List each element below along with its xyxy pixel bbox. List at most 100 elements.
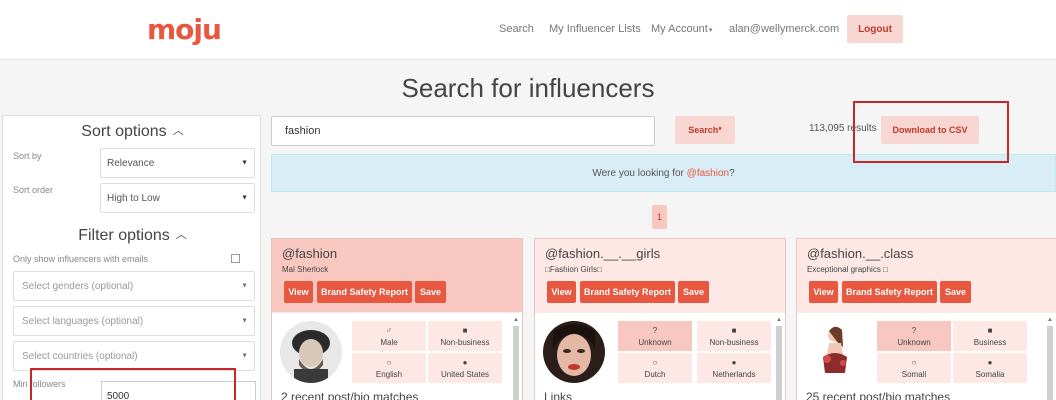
speech-bubble-icon: ○ <box>652 357 658 367</box>
emails-only-label: Only show influencers with emails <box>13 254 149 264</box>
influencer-avatar <box>543 321 605 383</box>
card-header: @fashion.__.__girls □Fashion Girls□ View… <box>535 239 785 312</box>
scroll-up-icon[interactable]: ▲ <box>512 316 520 324</box>
pagination-page-1[interactable]: 1 <box>652 205 667 229</box>
influencer-handle[interactable]: @fashion <box>282 246 337 261</box>
dropdown-arrow-icon: ▼ <box>241 194 248 202</box>
sort-by-label: Sort by <box>13 151 42 161</box>
card-body: ♂ Male ■ Non-business ○ English ● United… <box>272 312 522 400</box>
countries-placeholder: Select countries (optional) <box>22 350 138 362</box>
filter-options-header[interactable]: Filter options ︿ <box>3 227 262 245</box>
business-attribute: ■ Business <box>953 321 1027 351</box>
influencer-card: @fashion.__.class Exceptional graphics □… <box>796 238 1056 400</box>
question-icon: ? <box>911 325 917 335</box>
attribute-label: Dutch <box>644 369 666 379</box>
brand-safety-report-button[interactable]: Brand Safety Report <box>580 281 675 303</box>
business-attribute: ■ Non-business <box>697 321 771 351</box>
card-footer-text: Links <box>544 390 573 400</box>
search-input[interactable]: fashion <box>271 116 655 146</box>
influencer-name: Mal Sherlock <box>282 265 329 274</box>
genders-multiselect[interactable]: Select genders (optional) ▼ <box>13 271 255 301</box>
chevron-up-icon: ︿ <box>175 229 187 241</box>
card-scrollbar[interactable]: ▲ <box>1046 316 1054 400</box>
nav-my-account-dropdown[interactable]: My Account▾ <box>651 23 712 35</box>
save-button[interactable]: Save <box>415 281 446 303</box>
sort-by-value: Relevance <box>107 157 155 169</box>
influencer-handle[interactable]: @fashion.__.__girls <box>545 246 660 261</box>
card-scrollbar[interactable]: ▲ <box>512 316 520 400</box>
scroll-up-icon[interactable]: ▲ <box>1046 316 1054 324</box>
male-icon: ♂ <box>386 325 392 335</box>
card-scrollbar[interactable]: ▲ <box>775 316 783 400</box>
globe-icon: ● <box>462 357 468 367</box>
moju-logo[interactable]: moju <box>147 13 222 47</box>
influencer-name: Exceptional graphics □ <box>807 265 888 274</box>
caret-down-icon: ▾ <box>708 27 713 34</box>
countries-multiselect[interactable]: Select countries (optional) ▼ <box>13 341 255 371</box>
attribute-label: Unknown <box>897 337 931 347</box>
notice-suggestion-link[interactable]: @fashion <box>687 168 729 179</box>
card-body: ? Unknown ■ Business ○ Somali ● Somalia … <box>797 312 1056 400</box>
language-attribute: ○ Somali <box>877 353 951 383</box>
influencer-card: @fashion.__.__girls □Fashion Girls□ View… <box>534 238 786 400</box>
emails-only-checkbox[interactable] <box>231 254 240 263</box>
filter-options-title: Filter options <box>78 227 170 244</box>
card-body: ? Unknown ■ Non-business ○ Dutch ● Nethe… <box>535 312 785 400</box>
scroll-thumb[interactable] <box>776 326 782 400</box>
annotation-highlight-download <box>853 101 1009 163</box>
save-button[interactable]: Save <box>940 281 971 303</box>
globe-icon: ● <box>731 357 737 367</box>
nav-influencer-lists-link[interactable]: My Influencer Lists <box>549 23 641 35</box>
country-attribute: ● United States <box>428 353 502 383</box>
scroll-thumb[interactable] <box>1047 326 1053 400</box>
search-button[interactable]: Search* <box>675 116 735 144</box>
card-footer-text: 2 recent post/bio matches <box>281 390 419 400</box>
attribute-label: English <box>375 369 403 379</box>
annotation-highlight-min-followers <box>30 368 236 400</box>
nav-search-link[interactable]: Search <box>499 23 534 35</box>
nav-user-email[interactable]: alan@wellymerck.com <box>729 23 839 35</box>
card-header: @fashion.__.class Exceptional graphics □… <box>797 239 1056 312</box>
genders-placeholder: Select genders (optional) <box>22 280 134 292</box>
attribute-label: Non-business <box>709 337 759 347</box>
gender-attribute: ? Unknown <box>877 321 951 351</box>
view-button[interactable]: View <box>284 281 313 303</box>
country-attribute: ● Somalia <box>953 353 1027 383</box>
question-icon: ? <box>652 325 658 335</box>
attribute-label: Somali <box>901 369 927 379</box>
brand-safety-report-button[interactable]: Brand Safety Report <box>317 281 412 303</box>
view-button[interactable]: View <box>547 281 576 303</box>
scroll-up-icon[interactable]: ▲ <box>775 316 783 324</box>
logout-button[interactable]: Logout <box>847 15 903 43</box>
country-attribute: ● Netherlands <box>697 353 771 383</box>
gender-attribute: ? Unknown <box>618 321 692 351</box>
influencer-name: □Fashion Girls□ <box>545 265 602 274</box>
page-title: Search for influencers <box>401 73 655 103</box>
language-attribute: ○ Dutch <box>618 353 692 383</box>
attribute-label: Somalia <box>975 369 1005 379</box>
briefcase-icon: ■ <box>462 325 468 335</box>
sort-order-value: High to Low <box>107 192 160 204</box>
notice-suffix: ? <box>729 167 735 179</box>
gender-attribute: ♂ Male <box>352 321 426 351</box>
sort-by-select[interactable]: Relevance ▼ <box>100 148 255 178</box>
view-button[interactable]: View <box>809 281 838 303</box>
dropdown-arrow-icon: ▼ <box>241 317 248 325</box>
attribute-label: Unknown <box>638 337 672 347</box>
card-header: @fashion Mal Sherlock View Brand Safety … <box>272 239 522 312</box>
attribute-label: Non-business <box>440 337 490 347</box>
notice-prefix: Were you looking for <box>592 167 684 179</box>
save-button[interactable]: Save <box>678 281 709 303</box>
sort-options-header[interactable]: Sort options ︿ <box>3 123 262 141</box>
languages-multiselect[interactable]: Select languages (optional) ▼ <box>13 306 255 336</box>
brand-safety-report-button[interactable]: Brand Safety Report <box>842 281 937 303</box>
nav-my-account-label: My Account <box>651 23 708 35</box>
dropdown-arrow-icon: ▼ <box>241 352 248 360</box>
sort-order-select[interactable]: High to Low ▼ <box>100 183 255 213</box>
influencer-avatar <box>280 321 342 383</box>
influencer-handle[interactable]: @fashion.__.class <box>807 246 913 261</box>
attribute-label: United States <box>440 369 490 379</box>
chevron-up-icon: ︿ <box>172 125 184 137</box>
dropdown-arrow-icon: ▼ <box>241 282 248 290</box>
scroll-thumb[interactable] <box>513 326 519 400</box>
